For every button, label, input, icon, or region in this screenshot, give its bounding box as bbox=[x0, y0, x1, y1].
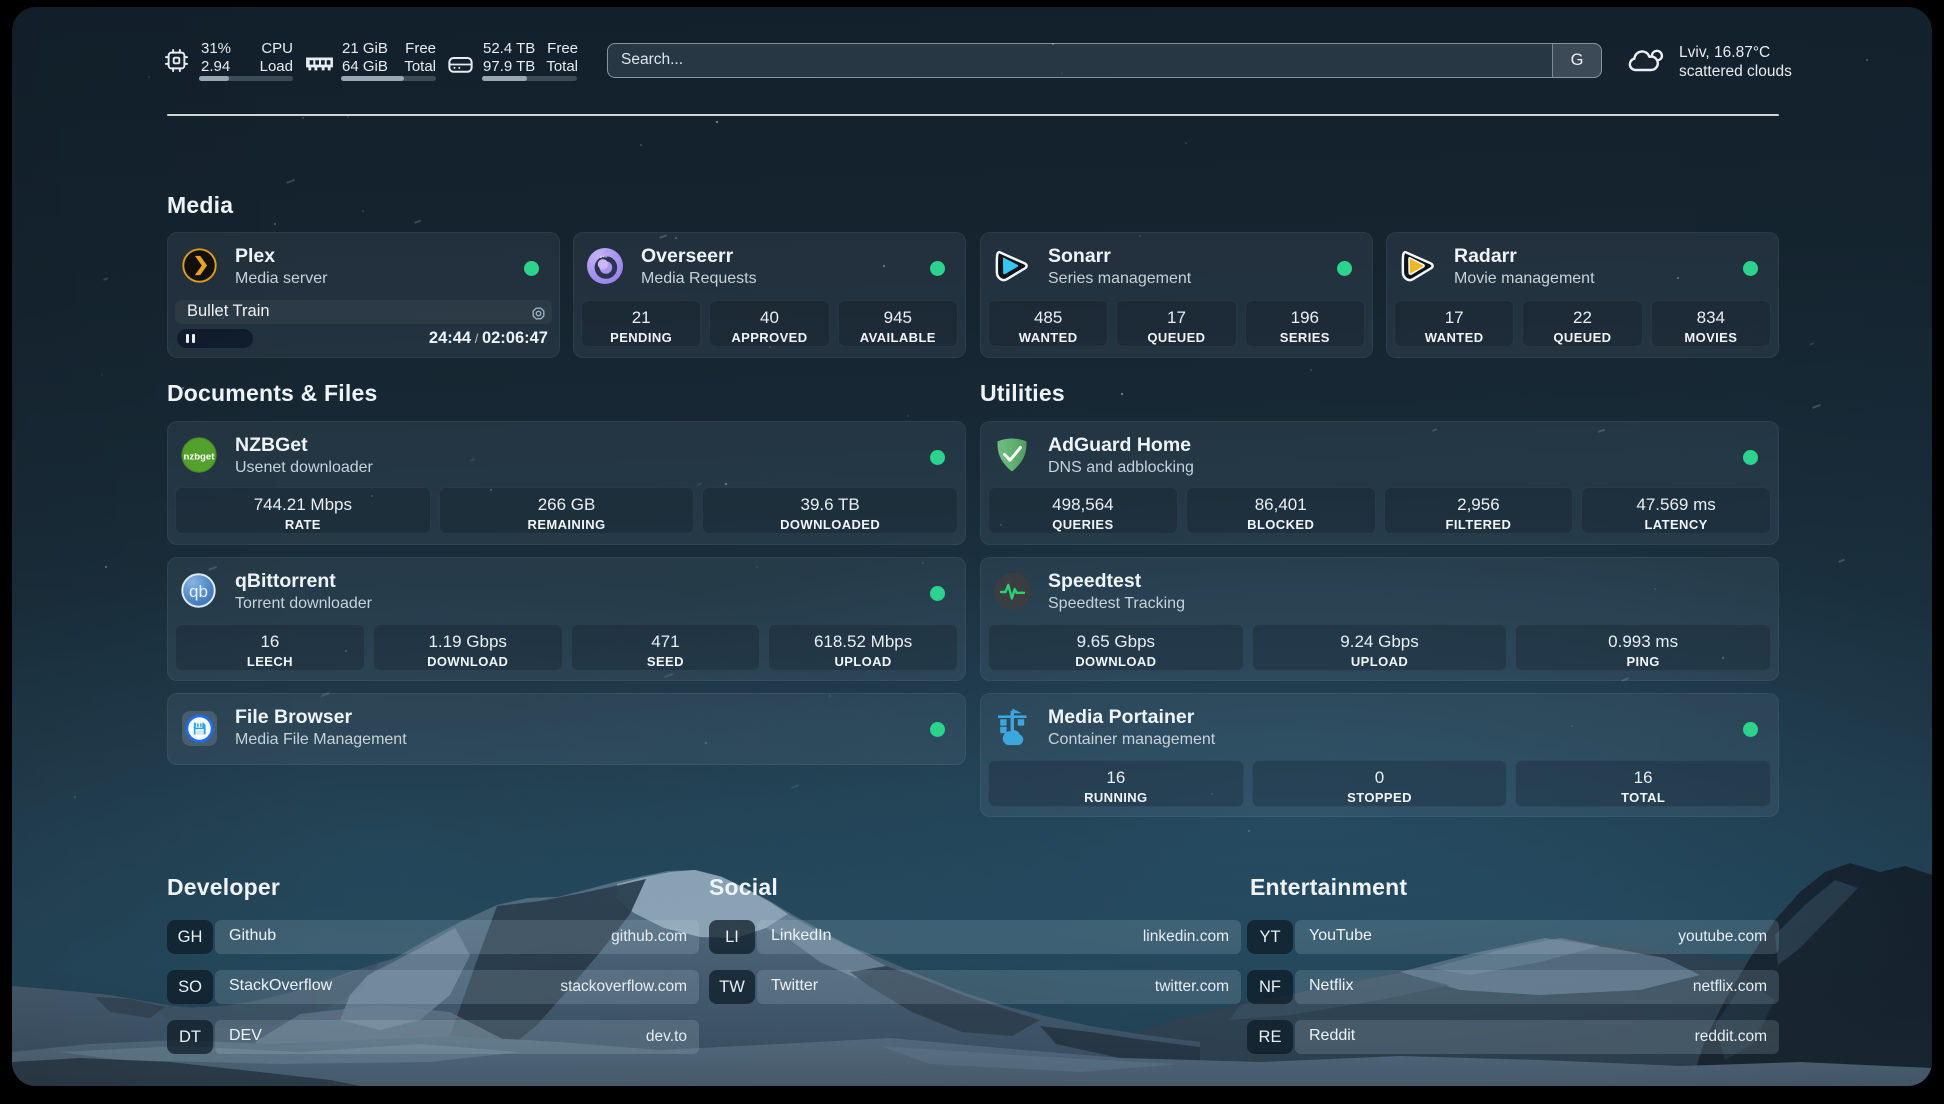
svg-text:qb: qb bbox=[189, 582, 208, 601]
svg-text:nzbget: nzbget bbox=[184, 452, 216, 463]
